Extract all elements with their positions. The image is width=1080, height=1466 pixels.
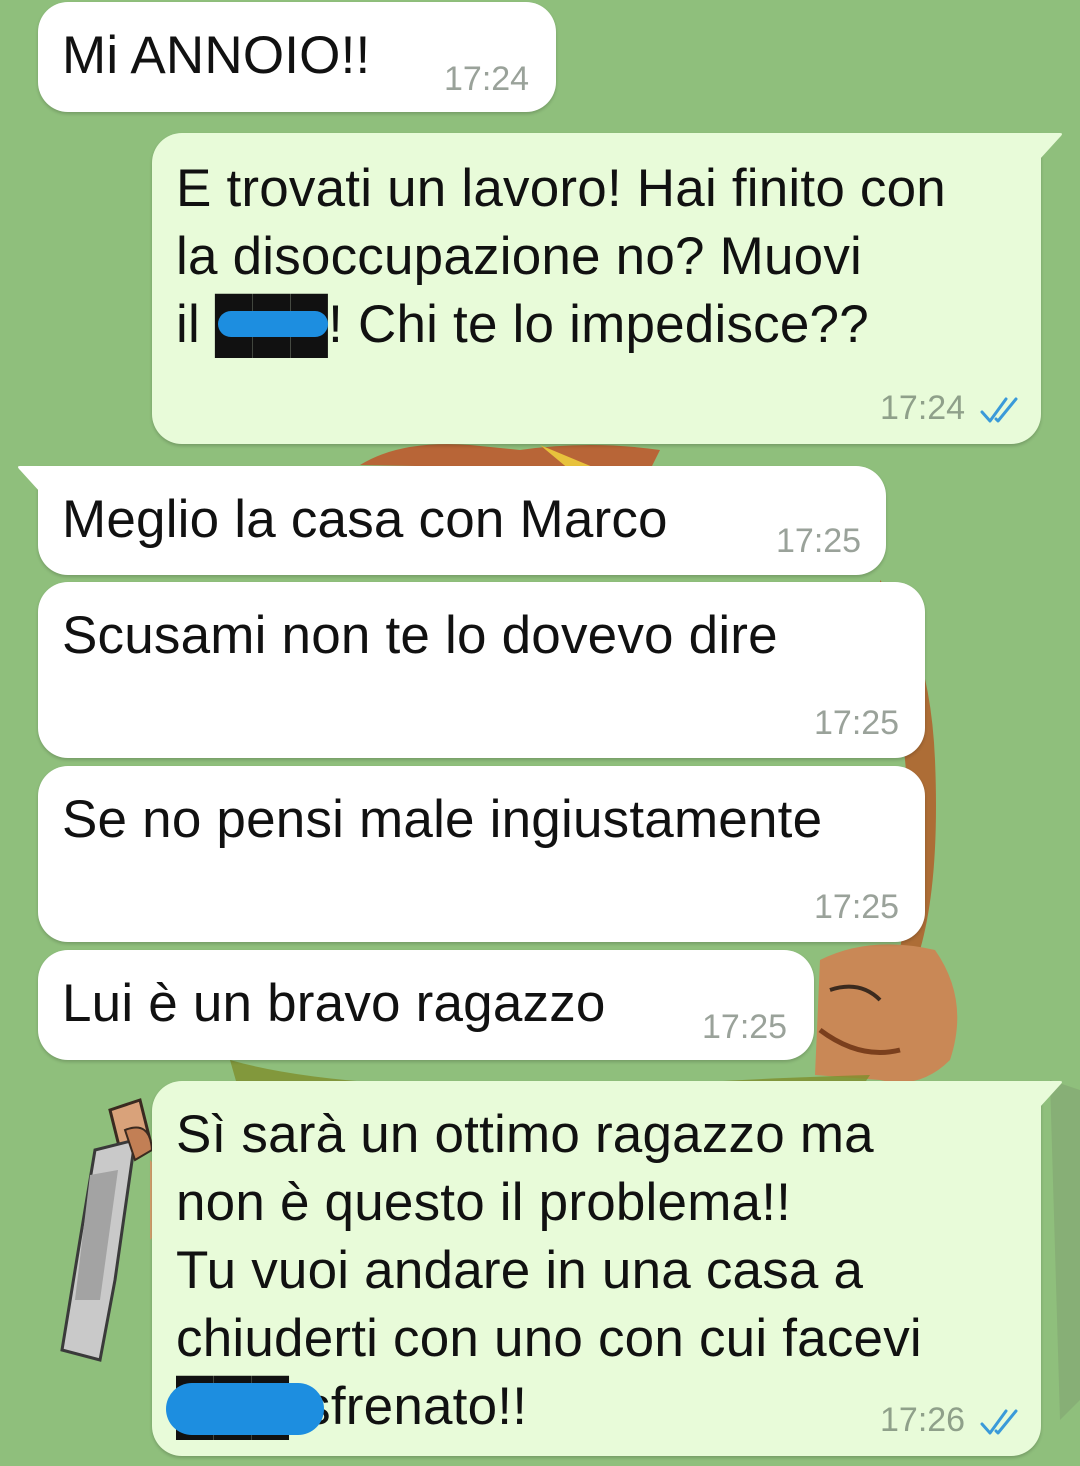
message-timestamp: 17:25: [814, 888, 900, 926]
message-bubble-incoming[interactable]: Se no pensi male ingiustamente 17:25: [38, 766, 925, 942]
redaction-mark: [218, 311, 328, 337]
message-timestamp: 17:25: [814, 704, 900, 742]
read-double-check-icon: [980, 1409, 1018, 1435]
message-text-line: chiuderti con uno con cui facevi: [176, 1309, 922, 1368]
message-text: Scusami non te lo dovevo dire: [62, 606, 778, 665]
message-text-line: non è questo il problema!!: [176, 1173, 792, 1232]
message-text-line: la disoccupazione no? Muovi: [176, 227, 862, 286]
message-text: Mi ANNOIO!!: [62, 26, 371, 85]
message-text-line: Sì sarà un ottimo ragazzo ma: [176, 1105, 874, 1164]
message-timestamp: 17:25: [776, 522, 862, 560]
message-timestamp: 17:25: [702, 1008, 788, 1046]
message-timestamp: 17:24: [880, 389, 966, 427]
message-bubble-outgoing[interactable]: E trovati un lavoro! Hai finito con la d…: [152, 133, 1041, 444]
bubble-tail-outgoing: [1030, 1081, 1062, 1107]
redaction-mark: [166, 1383, 324, 1435]
message-text: Meglio la casa con Marco: [62, 490, 668, 549]
message-bubble-incoming[interactable]: Meglio la casa con Marco 17:25: [38, 466, 886, 575]
read-double-check-icon: [980, 397, 1018, 423]
message-text-line: Tu vuoi andare in una casa a: [176, 1241, 864, 1300]
message-text-line: E trovati un lavoro! Hai finito con: [176, 159, 946, 218]
bubble-tail-incoming: [18, 466, 50, 492]
bubble-tail-outgoing: [1030, 133, 1062, 159]
message-bubble-incoming[interactable]: Mi ANNOIO!! 17:24: [38, 2, 556, 112]
message-bubble-incoming[interactable]: Lui è un bravo ragazzo 17:25: [38, 950, 814, 1060]
message-text: Se no pensi male ingiustamente: [62, 790, 823, 849]
message-text: Lui è un bravo ragazzo: [62, 974, 606, 1033]
message-bubble-outgoing[interactable]: Sì sarà un ottimo ragazzo ma non è quest…: [152, 1081, 1041, 1456]
message-bubble-incoming[interactable]: Scusami non te lo dovevo dire 17:25: [38, 582, 925, 758]
message-timestamp: 17:26: [880, 1401, 966, 1439]
message-timestamp: 17:24: [444, 60, 530, 98]
